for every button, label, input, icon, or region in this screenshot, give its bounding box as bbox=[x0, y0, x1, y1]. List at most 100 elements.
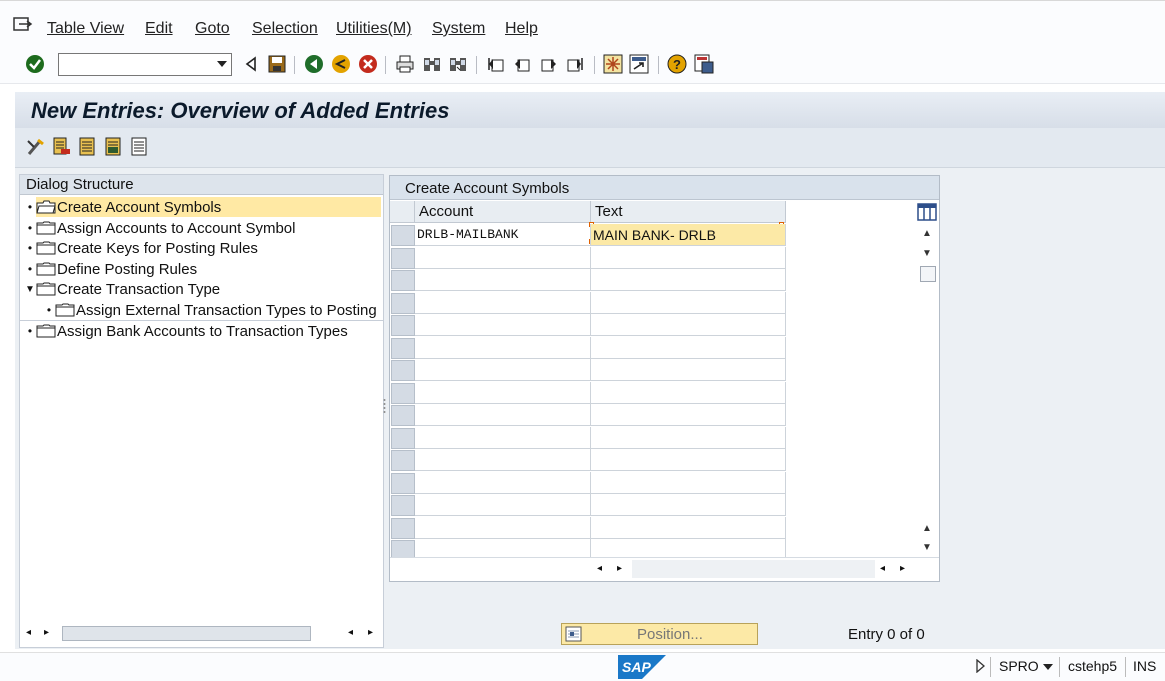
scroll-thumb[interactable] bbox=[62, 626, 311, 641]
next-page-icon[interactable] bbox=[538, 53, 560, 75]
exit-icon[interactable] bbox=[330, 53, 352, 75]
text-cell[interactable] bbox=[591, 269, 786, 291]
account-cell[interactable] bbox=[415, 381, 591, 404]
scroll-down-icon[interactable]: ▼ bbox=[918, 246, 936, 260]
tree-item-create-account-symbols[interactable]: • Create Account Symbols bbox=[24, 197, 381, 217]
text-cell[interactable] bbox=[591, 449, 786, 471]
last-page-icon[interactable] bbox=[564, 53, 586, 75]
scroll-left-icon[interactable]: ◂ bbox=[597, 563, 602, 574]
row-selector[interactable] bbox=[391, 270, 415, 291]
menu-table-view[interactable]: Table View bbox=[47, 20, 124, 38]
splitter-handle[interactable] bbox=[383, 398, 386, 414]
status-expand-icon[interactable] bbox=[975, 658, 985, 677]
menu-goto[interactable]: Goto bbox=[195, 20, 230, 38]
scroll-right-icon[interactable]: ▸ bbox=[44, 627, 49, 638]
text-cell[interactable] bbox=[591, 516, 786, 539]
text-cell[interactable]: MAIN BANK- DRLB bbox=[591, 224, 786, 246]
account-cell[interactable] bbox=[415, 404, 591, 426]
account-cell[interactable] bbox=[415, 449, 591, 471]
table-horizontal-scrollbar[interactable]: ◂ ▸ ◂ ▸ bbox=[390, 557, 939, 581]
previous-page-icon[interactable] bbox=[511, 53, 533, 75]
print-icon[interactable] bbox=[394, 53, 416, 75]
account-cell[interactable] bbox=[415, 269, 591, 291]
create-session-icon[interactable] bbox=[602, 53, 624, 75]
scroll-left-icon[interactable]: ◂ bbox=[26, 627, 31, 638]
menu-system[interactable]: System bbox=[432, 20, 485, 38]
text-cell[interactable] bbox=[591, 246, 786, 269]
scroll-right-icon[interactable]: ▸ bbox=[900, 563, 905, 574]
select-all-rows-header[interactable] bbox=[390, 201, 415, 223]
text-cell[interactable] bbox=[591, 381, 786, 404]
account-cell[interactable] bbox=[415, 336, 591, 359]
row-selector[interactable] bbox=[391, 517, 415, 539]
vertical-scroll-thumb[interactable] bbox=[920, 266, 936, 282]
system-menu-icon[interactable] bbox=[13, 17, 33, 33]
scroll-down-icon[interactable]: ▼ bbox=[918, 540, 936, 554]
tree-item-create-keys[interactable]: • Create Keys for Posting Rules bbox=[24, 238, 258, 258]
text-cell[interactable] bbox=[591, 471, 786, 494]
status-dropdown-icon[interactable] bbox=[1043, 664, 1053, 670]
tree-item-create-transaction-type[interactable]: ▼ Create Transaction Type bbox=[24, 279, 220, 299]
tree-item-assign-external-transaction-types[interactable]: • Assign External Transaction Types to P… bbox=[43, 300, 377, 320]
account-cell[interactable]: DRLB-MAILBANK bbox=[415, 224, 591, 246]
account-cell[interactable] bbox=[415, 471, 591, 494]
text-cell[interactable] bbox=[591, 336, 786, 359]
row-selector[interactable] bbox=[391, 337, 415, 359]
tree-item-assign-accounts[interactable]: • Assign Accounts to Account Symbol bbox=[24, 218, 296, 238]
row-selector[interactable] bbox=[391, 450, 415, 471]
position-button[interactable]: Position... bbox=[561, 623, 758, 645]
scroll-left-icon[interactable]: ◂ bbox=[880, 563, 885, 574]
cancel-icon[interactable] bbox=[357, 53, 379, 75]
change-display-icon[interactable] bbox=[25, 136, 47, 158]
delete-row-icon[interactable] bbox=[51, 136, 73, 158]
row-selector[interactable] bbox=[391, 292, 415, 314]
account-cell[interactable] bbox=[415, 246, 591, 269]
account-cell[interactable] bbox=[415, 494, 591, 516]
scroll-left-icon[interactable]: ◂ bbox=[348, 627, 353, 638]
column-header-account[interactable]: Account bbox=[415, 201, 591, 223]
account-cell[interactable] bbox=[415, 359, 591, 381]
text-cell[interactable] bbox=[591, 426, 786, 449]
tree-item-define-posting-rules[interactable]: • Define Posting Rules bbox=[24, 259, 197, 279]
help-icon[interactable]: ? bbox=[666, 53, 688, 75]
find-icon[interactable] bbox=[421, 53, 443, 75]
first-page-icon[interactable] bbox=[485, 53, 507, 75]
tree-item-assign-bank-accounts[interactable]: • Assign Bank Accounts to Transaction Ty… bbox=[24, 321, 348, 341]
command-dropdown-icon[interactable] bbox=[217, 61, 227, 67]
row-selector[interactable] bbox=[391, 247, 415, 269]
scroll-up-icon[interactable]: ▲ bbox=[918, 521, 936, 535]
expand-triangle-icon[interactable]: ▼ bbox=[24, 284, 36, 295]
tree-horizontal-scrollbar[interactable]: ◂ ▸ ◂ ▸ bbox=[20, 625, 383, 643]
back-arrow-icon[interactable] bbox=[240, 53, 262, 75]
text-cell[interactable] bbox=[591, 314, 786, 336]
menu-utilities[interactable]: Utilities(M) bbox=[336, 20, 412, 38]
scroll-track[interactable] bbox=[632, 560, 875, 578]
text-cell[interactable] bbox=[591, 494, 786, 516]
account-cell[interactable] bbox=[415, 314, 591, 336]
row-selector[interactable] bbox=[391, 225, 415, 246]
scroll-right-icon[interactable]: ▸ bbox=[368, 627, 373, 638]
layout-icon[interactable] bbox=[693, 53, 715, 75]
menu-edit[interactable]: Edit bbox=[145, 20, 173, 38]
row-selector[interactable] bbox=[391, 472, 415, 494]
text-cell[interactable] bbox=[591, 404, 786, 426]
back-icon[interactable] bbox=[303, 53, 325, 75]
text-cell[interactable] bbox=[591, 291, 786, 314]
menu-help[interactable]: Help bbox=[505, 20, 538, 38]
row-selector[interactable] bbox=[391, 405, 415, 426]
menu-selection[interactable]: Selection bbox=[252, 20, 318, 38]
column-settings-icon[interactable] bbox=[917, 203, 937, 225]
command-field[interactable] bbox=[58, 53, 232, 76]
save-icon[interactable] bbox=[266, 53, 288, 75]
account-cell[interactable] bbox=[415, 426, 591, 449]
find-next-icon[interactable] bbox=[447, 53, 469, 75]
column-header-text[interactable]: Text bbox=[591, 201, 786, 223]
enter-icon[interactable] bbox=[24, 53, 46, 75]
select-block-icon[interactable] bbox=[103, 136, 125, 158]
row-selector[interactable] bbox=[391, 360, 415, 381]
shortcut-icon[interactable] bbox=[628, 53, 650, 75]
account-cell[interactable] bbox=[415, 291, 591, 314]
row-selector[interactable] bbox=[391, 427, 415, 449]
row-selector[interactable] bbox=[391, 495, 415, 516]
text-cell[interactable] bbox=[591, 359, 786, 381]
